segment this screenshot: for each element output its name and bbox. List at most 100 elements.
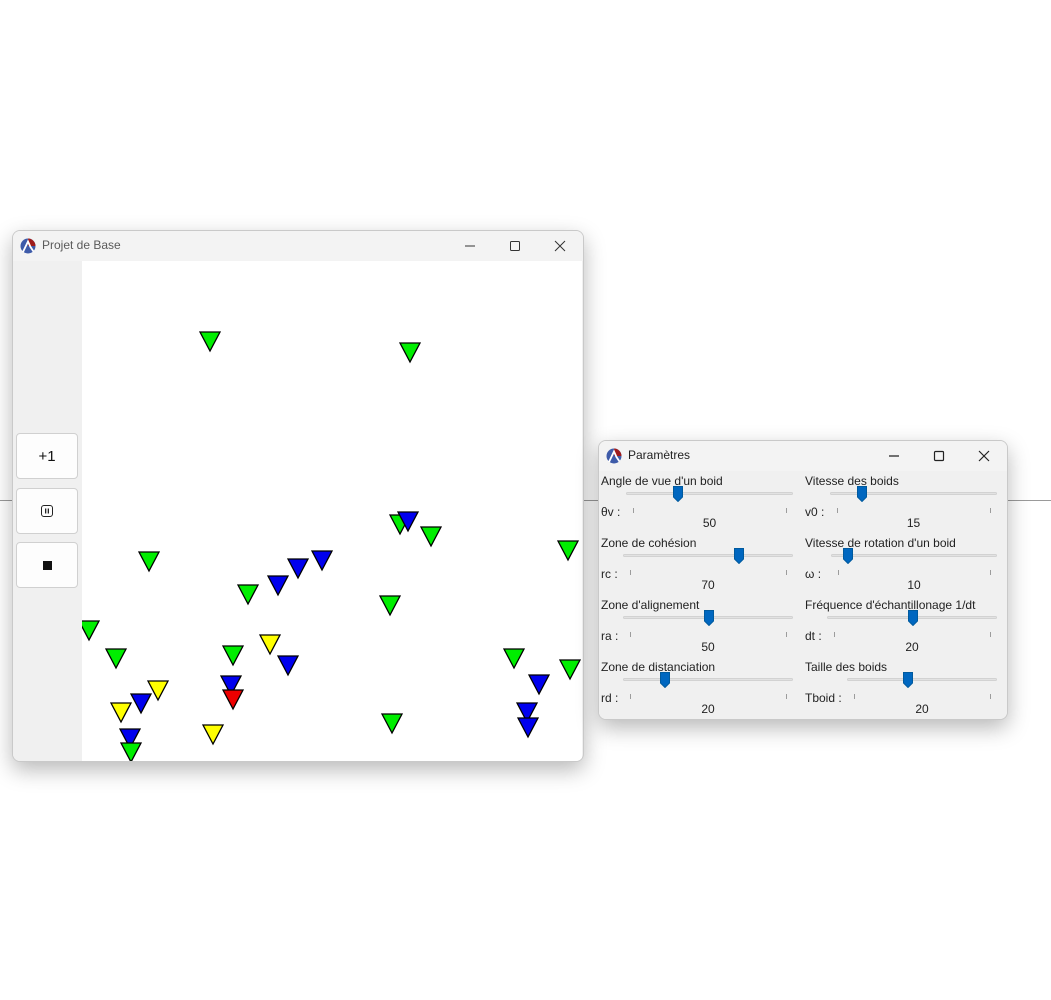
boid-green — [398, 342, 422, 364]
param-slider-track[interactable] — [623, 548, 793, 565]
param-label: rd : — [601, 691, 619, 705]
boid-yellow — [146, 680, 170, 702]
slider-thumb[interactable] — [660, 672, 671, 689]
param-group-boid-size: Taille des boids Tboid : 20 — [803, 657, 1003, 719]
simulation-canvas[interactable] — [82, 261, 582, 761]
main-window-title: Projet de Base — [42, 238, 121, 252]
parameters-window: Paramètres Angle de vue d'un boid θv : 5… — [598, 440, 1008, 720]
racket-logo-icon — [20, 238, 36, 254]
slider-thumb[interactable] — [673, 486, 684, 503]
boid-blue — [276, 655, 300, 677]
slider-thumb[interactable] — [857, 486, 868, 503]
param-label: ω : — [805, 567, 822, 581]
boid-red — [221, 689, 245, 711]
param-group-view-angle: Angle de vue d'un boid θv : 50 — [599, 471, 799, 533]
param-slider-track[interactable] — [847, 672, 997, 689]
slider-tick — [990, 694, 991, 699]
boid-green — [502, 648, 526, 670]
param-title: Zone de cohésion — [601, 536, 697, 550]
add-boid-label: +1 — [38, 447, 56, 465]
param-group-cohesion: Zone de cohésion rc : 70 — [599, 533, 799, 595]
slider-tick — [786, 570, 787, 575]
param-group-speed: Vitesse des boids v0 : 15 — [803, 471, 1003, 533]
param-label: ra : — [601, 629, 619, 643]
boid-field — [82, 331, 582, 761]
param-value: 50 — [702, 516, 717, 530]
boid-green — [419, 526, 443, 548]
parameters-window-title: Paramètres — [628, 448, 691, 462]
minimize-button[interactable] — [871, 441, 917, 471]
minimize-icon — [465, 245, 475, 247]
slider-tick — [630, 632, 631, 637]
pause-button[interactable] — [16, 488, 78, 534]
param-title: Zone de distanciation — [601, 660, 716, 674]
close-button[interactable] — [961, 441, 1007, 471]
main-window: Projet de Base +1 — [12, 230, 584, 762]
boid-green — [380, 713, 404, 735]
param-slider-track[interactable] — [831, 548, 997, 565]
racket-logo-icon — [606, 448, 622, 464]
boid-green — [82, 620, 101, 642]
boid-yellow — [258, 634, 282, 656]
stop-icon — [42, 560, 52, 570]
param-title: Fréquence d'échantillonage 1/dt — [805, 598, 976, 612]
param-group-alignment: Zone d'alignement ra : 50 — [599, 595, 799, 657]
param-slider-track[interactable] — [623, 672, 793, 689]
close-button[interactable] — [537, 231, 583, 261]
boid-yellow — [201, 724, 225, 746]
slider-tick — [633, 508, 634, 513]
boid-blue — [516, 717, 540, 739]
pause-icon — [41, 505, 53, 517]
boid-yellow — [109, 702, 133, 724]
slider-tick — [990, 508, 991, 513]
boid-blue — [310, 550, 334, 572]
param-slider-track[interactable] — [623, 610, 793, 627]
maximize-icon — [510, 241, 520, 251]
slider-tick — [786, 508, 787, 513]
slider-thumb[interactable] — [903, 672, 914, 689]
slider-tick — [990, 570, 991, 575]
parameters-window-titlebar[interactable]: Paramètres — [599, 441, 1007, 471]
boid-green — [236, 584, 260, 606]
add-boid-button[interactable]: +1 — [16, 433, 78, 479]
boid-green — [556, 540, 580, 562]
slider-thumb[interactable] — [908, 610, 918, 627]
param-value: 20 — [905, 640, 919, 654]
param-value: 15 — [906, 516, 921, 530]
param-value: 70 — [701, 578, 715, 592]
slider-tick — [630, 694, 631, 699]
slider-thumb[interactable] — [704, 610, 714, 627]
param-label: Tboid : — [805, 691, 842, 705]
param-label: θv : — [601, 505, 621, 519]
main-window-titlebar[interactable]: Projet de Base — [13, 231, 583, 261]
param-slider-track[interactable] — [626, 486, 793, 503]
maximize-button[interactable] — [916, 441, 962, 471]
slider-tick — [834, 632, 835, 637]
param-group-sampling-frequency: Fréquence d'échantillonage 1/dt dt : 20 — [803, 595, 1003, 657]
slider-tick — [786, 632, 787, 637]
param-slider-track[interactable] — [830, 486, 997, 503]
slider-tick — [838, 570, 839, 575]
parameters-panel: Angle de vue d'un boid θv : 50 Vitesse d… — [599, 471, 1007, 719]
param-value: 50 — [701, 640, 715, 654]
param-value: 20 — [915, 702, 929, 716]
slider-tick — [854, 694, 855, 699]
boid-green — [198, 331, 222, 353]
param-slider-track[interactable] — [827, 610, 997, 627]
boid-green — [221, 645, 245, 667]
param-label: v0 : — [805, 505, 825, 519]
maximize-button[interactable] — [492, 231, 538, 261]
minimize-button[interactable] — [447, 231, 493, 261]
stop-button[interactable] — [16, 542, 78, 588]
close-icon — [978, 450, 990, 462]
param-value: 10 — [907, 578, 921, 592]
maximize-icon — [933, 450, 945, 462]
boid-green — [378, 595, 402, 617]
slider-tick — [786, 694, 787, 699]
slider-tick — [630, 570, 631, 575]
slider-thumb[interactable] — [733, 548, 744, 565]
param-value: 20 — [701, 702, 715, 716]
param-label: dt : — [805, 629, 822, 643]
minimize-icon — [889, 455, 899, 457]
slider-thumb[interactable] — [843, 548, 854, 565]
